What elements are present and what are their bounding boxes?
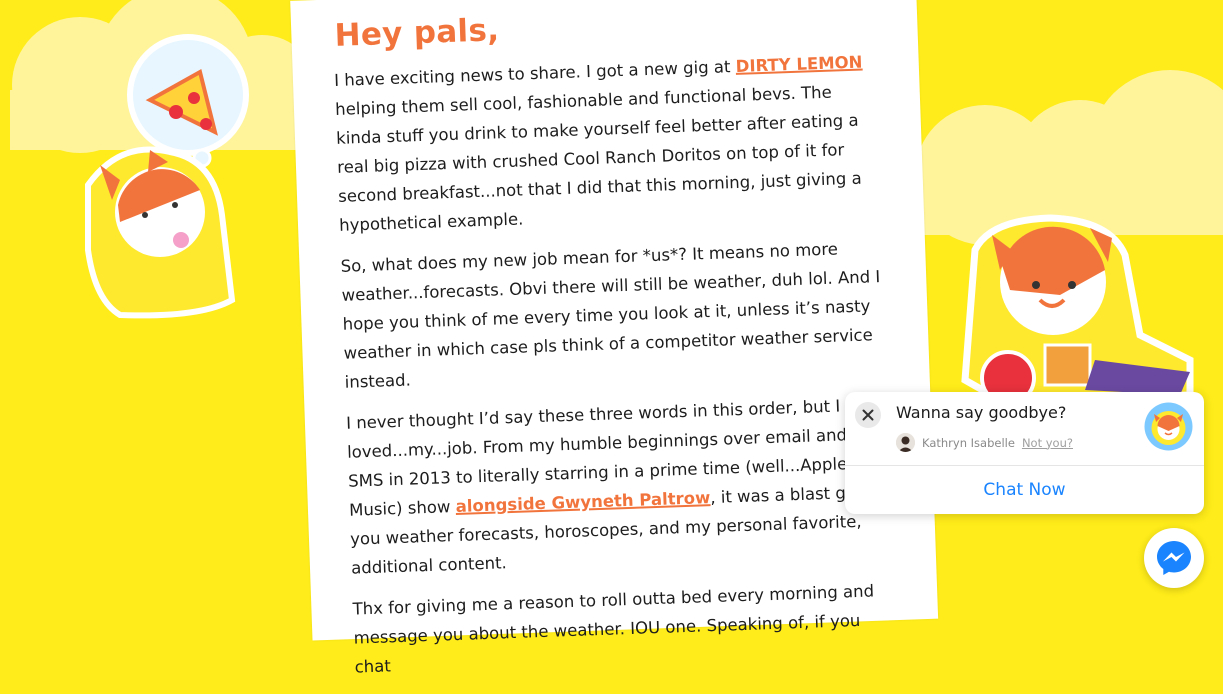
p1-text-before: I have exciting news to share. I got a n…	[333, 56, 737, 90]
cat-mascot-icon	[1144, 402, 1193, 451]
letter-paragraph-1: I have exciting news to share. I got a n…	[334, 47, 880, 240]
p1-text-after: helping them sell cool, fashionable and …	[334, 82, 862, 235]
chat-close-button[interactable]	[855, 402, 881, 428]
user-avatar-icon	[896, 433, 915, 452]
letter-paragraph-3: I never thought I’d say these three word…	[346, 390, 892, 583]
gwyneth-paltrow-link[interactable]: alongside Gwyneth Paltrow	[455, 488, 710, 516]
chat-now-button[interactable]: Chat Now	[845, 466, 1204, 514]
letter-paragraph-4: Thx for giving me a reason to roll outta…	[352, 581, 875, 677]
dirty-lemon-link[interactable]: DIRTY LEMON	[735, 53, 862, 76]
not-you-link[interactable]: Not you?	[1022, 436, 1073, 450]
chat-user-row: Kathryn Isabelle Not you?	[896, 433, 1073, 452]
left-cat-mascot-icon	[85, 146, 236, 319]
letter-paragraph-2: So, what does my new job mean for *us*? …	[340, 239, 881, 392]
right-cat-mascot-icon	[961, 214, 1194, 406]
user-avatar	[896, 433, 915, 452]
user-name: Kathryn Isabelle	[922, 435, 1015, 450]
letter-content: Hey pals, I have exciting news to share.…	[332, 0, 895, 694]
messenger-icon	[1157, 541, 1191, 575]
close-icon	[862, 409, 874, 421]
chat-popup: Wanna say goodbye? Kathryn Isabelle Not …	[845, 392, 1204, 514]
messenger-button[interactable]	[1144, 528, 1204, 588]
chat-title: Wanna say goodbye?	[896, 403, 1067, 422]
